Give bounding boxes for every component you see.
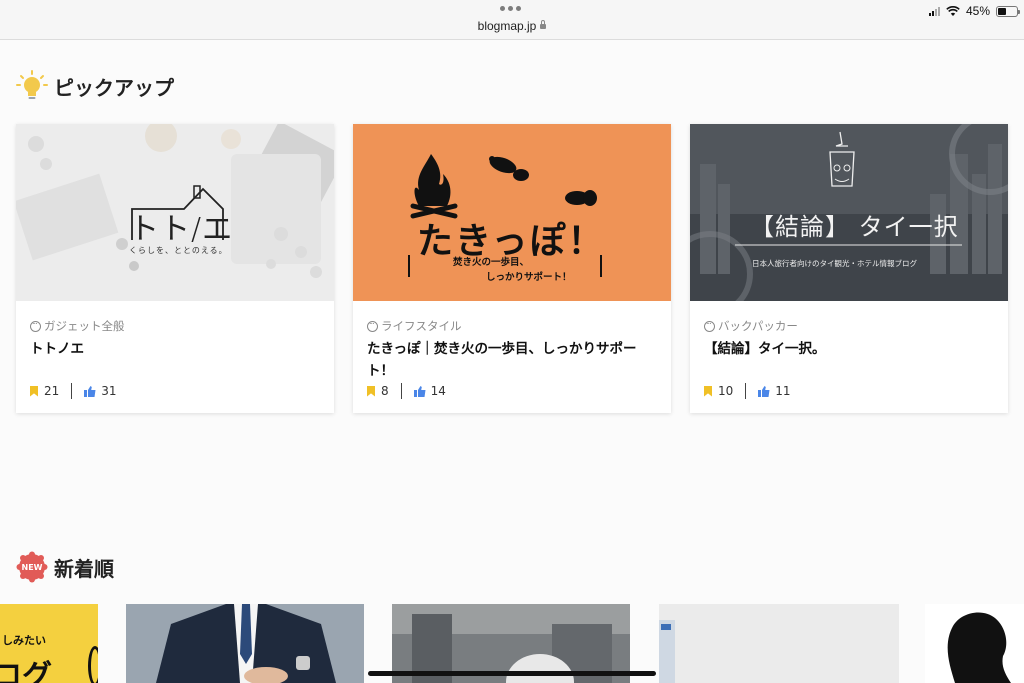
card-thumbnail: トト/エ くらしを、ととのえる。	[16, 124, 334, 301]
chat-bubble-icon	[704, 317, 715, 332]
pickup-heading-text: ピックアップ	[54, 75, 174, 100]
category-label[interactable]: ガジェット全般	[30, 317, 125, 334]
new-article-thumb[interactable]	[925, 604, 1024, 683]
bookmark-icon[interactable]	[367, 385, 375, 397]
card-stats: 8 14	[367, 383, 446, 399]
stats-divider	[400, 383, 402, 399]
pickup-card-takippo[interactable]: たきっぽ！ 焚き火の一歩目、 しっかりサポート！ ライフスタイル たきっぽ｜焚き…	[353, 124, 671, 413]
new-badge-icon: NEW	[16, 551, 48, 583]
new-article-thumb[interactable]	[659, 604, 899, 683]
bookmark-icon[interactable]	[30, 385, 38, 397]
new-article-thumb[interactable]	[126, 604, 364, 683]
stats-divider	[745, 383, 747, 399]
bookmark-count: 21	[44, 384, 60, 398]
lock-icon	[540, 20, 547, 29]
url-text: blogmap.jp	[477, 19, 537, 33]
category-text: ガジェット全般	[44, 319, 125, 333]
new-arrivals-heading: NEW 新着順	[16, 551, 114, 583]
thumb-tagline-1: 焚き火の一歩目、	[453, 257, 530, 268]
cellular-signal-icon	[928, 6, 940, 16]
thumbs-up-icon[interactable]	[84, 385, 96, 397]
new-article-thumb[interactable]: しみたい ログ	[0, 604, 98, 683]
tab-menu-dots-icon[interactable]	[500, 6, 521, 11]
thumb-tagline: くらしを、ととのえる。	[129, 246, 228, 255]
bookmark-count: 8	[381, 384, 389, 398]
browser-top-bar: blogmap.jp 45%	[0, 0, 1024, 40]
battery-icon	[996, 5, 1020, 17]
card-title[interactable]: たきっぽ｜焚き火の一歩目、しっかりサポート！	[367, 338, 657, 382]
like-count: 11	[775, 384, 791, 398]
pickup-card-totonoe[interactable]: トト/エ くらしを、ととのえる。 ガジェット全般 トトノエ 21 31	[16, 124, 334, 413]
thumb-text-line1: しみたい	[2, 634, 46, 647]
battery-fill	[998, 7, 1007, 15]
thumbs-up-icon[interactable]	[413, 385, 426, 397]
home-indicator[interactable]	[368, 671, 656, 676]
card-title[interactable]: トトノエ	[30, 338, 320, 360]
like-count: 31	[101, 384, 117, 398]
chat-bubble-icon	[30, 317, 41, 332]
wifi-icon	[946, 5, 960, 16]
new-arrivals-heading-text: 新着順	[54, 556, 114, 581]
card-thumbnail: たきっぽ！ 焚き火の一歩目、 しっかりサポート！	[353, 124, 671, 301]
new-badge-text: NEW	[22, 563, 43, 572]
category-text: バックパッカー	[718, 319, 798, 333]
thumbs-up-icon[interactable]	[758, 385, 770, 397]
category-label[interactable]: ライフスタイル	[367, 317, 462, 334]
battery-percent: 45%	[965, 4, 990, 18]
category-label[interactable]: バックパッカー	[704, 317, 798, 334]
thumb-logo-text: 【結論】 タイ一択	[750, 213, 959, 241]
stats-divider	[71, 383, 73, 399]
like-count: 14	[430, 384, 446, 398]
card-stats: 21 31	[30, 383, 117, 399]
category-text: ライフスタイル	[381, 319, 462, 333]
silhouette-photo	[925, 604, 1024, 683]
thumb-decoration	[88, 646, 98, 683]
screen-photo	[659, 604, 899, 683]
pickup-card-thailand[interactable]: 【結論】 タイ一択 日本人旅行者向けのタイ観光・ホテル情報ブログ バックパッカー…	[690, 124, 1008, 413]
thumb-tagline: 日本人旅行者向けのタイ観光・ホテル情報ブログ	[752, 259, 917, 268]
chat-bubble-icon	[367, 317, 378, 332]
lightbulb-icon	[16, 70, 48, 99]
card-thumbnail: 【結論】 タイ一択 日本人旅行者向けのタイ観光・ホテル情報ブログ	[690, 124, 1008, 301]
businessman-photo	[126, 604, 364, 683]
bookmark-icon[interactable]	[704, 385, 712, 397]
pickup-heading: ピックアップ	[16, 70, 174, 102]
thumb-logo-text: トト/エ	[129, 212, 234, 247]
address-bar[interactable]: blogmap.jp	[0, 19, 1024, 33]
bookmark-count: 10	[718, 384, 734, 398]
thumb-tagline-2: しっかりサポート！	[486, 272, 572, 283]
card-stats: 10 11	[704, 383, 791, 399]
status-bar: 45%	[928, 4, 1020, 18]
card-title[interactable]: 【結論】タイ一択。	[704, 338, 994, 360]
thumb-text-line2: ログ	[0, 659, 52, 683]
